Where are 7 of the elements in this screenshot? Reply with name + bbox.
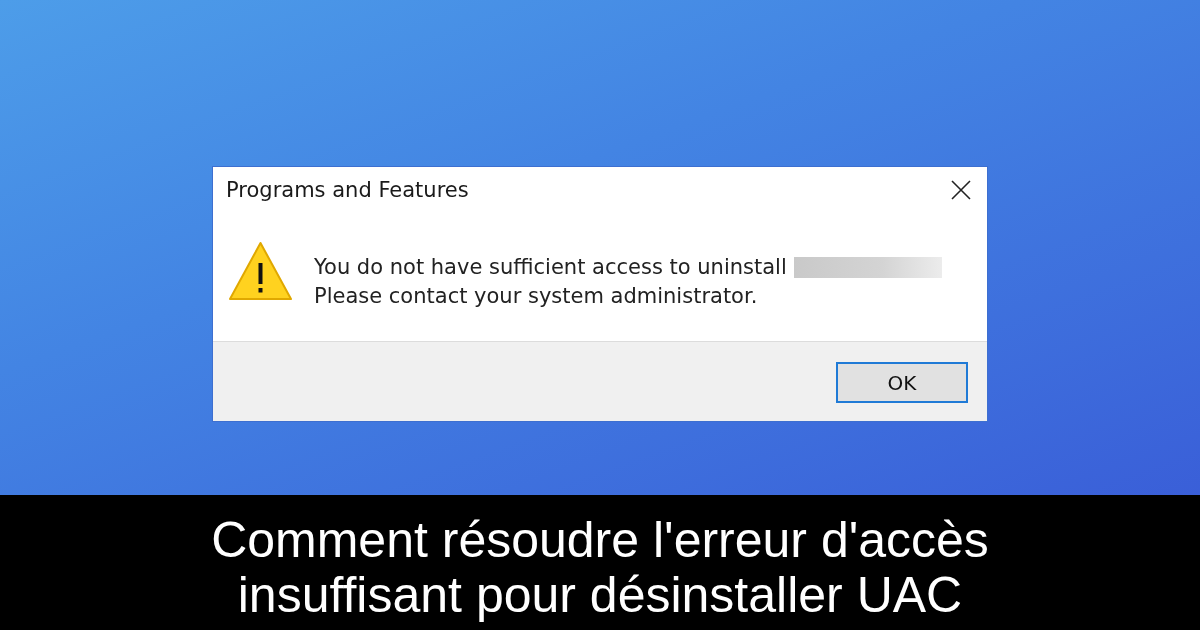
ok-button[interactable]: OK [836, 362, 968, 403]
close-icon[interactable] [951, 180, 971, 200]
message-text: You do not have sufficient access to uninstall [314, 255, 787, 279]
caption-headline: Comment résoudre l'erreur d'accès insuffisant pour désinstaller UAC [210, 512, 990, 623]
warning-icon [228, 241, 293, 301]
message-text: Please contact your system administrator. [314, 284, 758, 308]
dialog-title: Programs and Features [226, 178, 469, 202]
